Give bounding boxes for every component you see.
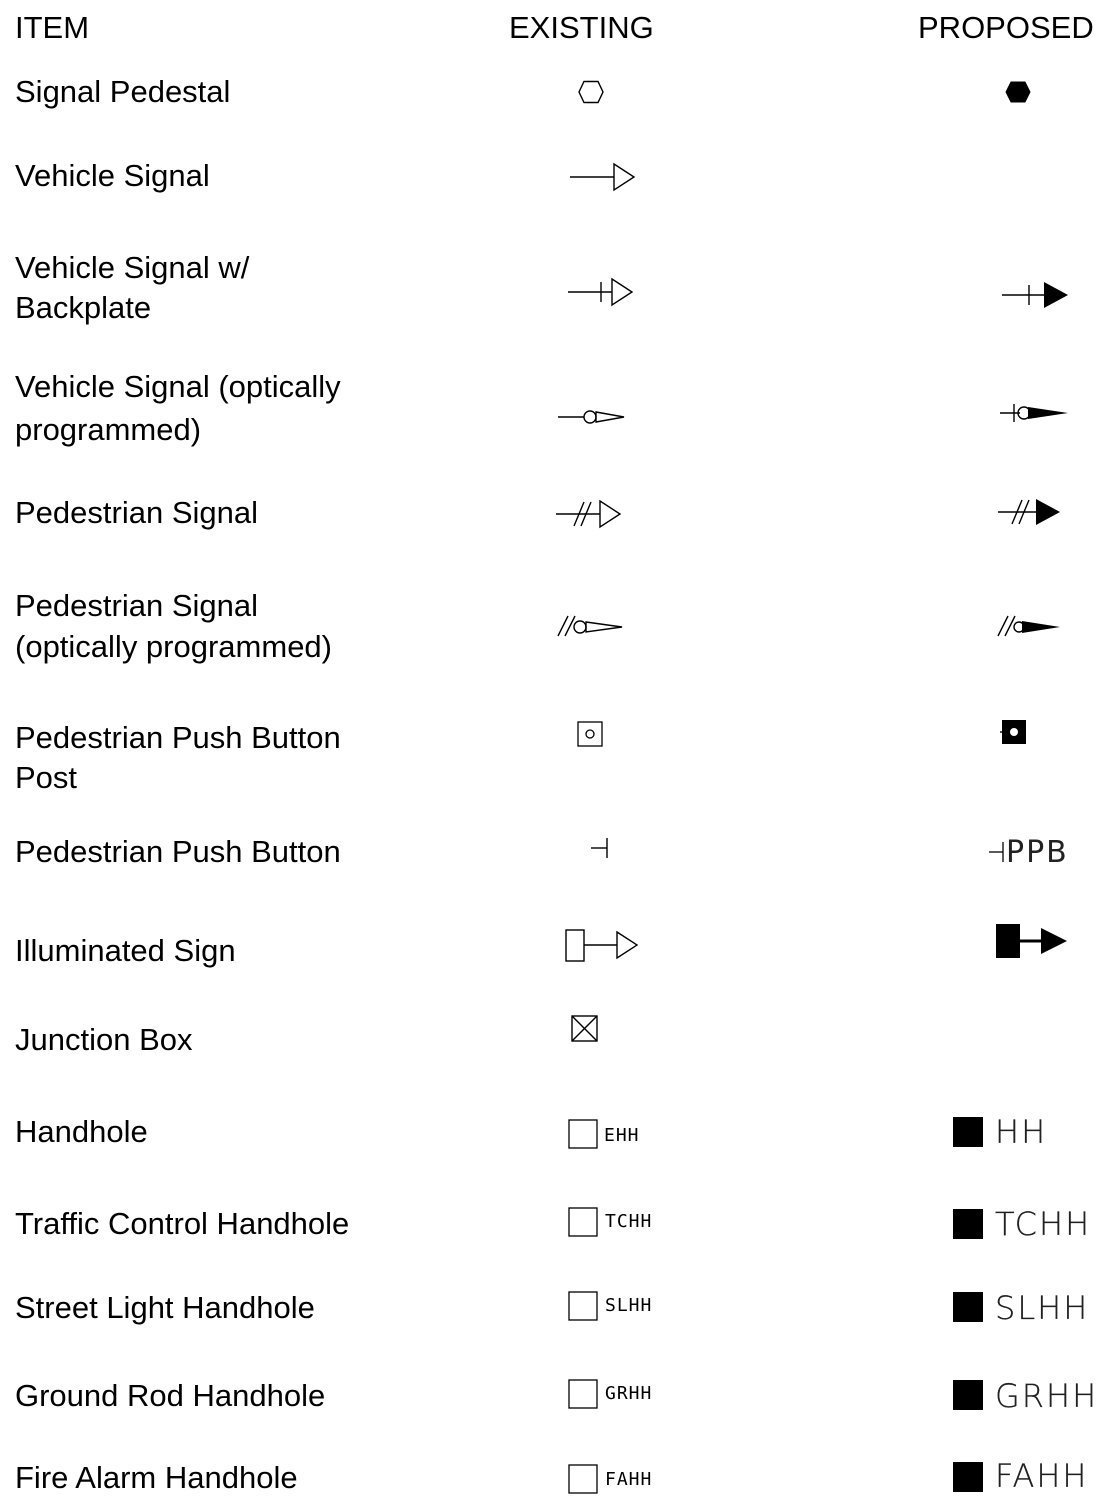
vehicle-signal-backplate-outline-icon [568,277,634,309]
pedestrian-optical-filled-icon [996,614,1064,640]
optically-programmed-filled-icon [1000,400,1070,426]
proposed-tag-ppb: PPB [1006,835,1069,870]
header-item: ITEM [15,10,90,45]
label-ground-rod-handhole: Ground Rod Handhole [15,1378,326,1413]
square-outline-icon [568,1207,598,1237]
label-handhole: Handhole [15,1114,148,1149]
square-outline-icon [568,1291,598,1321]
label-traffic-control-handhole: Traffic Control Handhole [15,1206,350,1241]
square-outline-icon [568,1379,598,1409]
label-junction-box: Junction Box [15,1022,193,1057]
pedestrian-signal-outline-icon [556,498,624,532]
proposed-tag-tchh: TCHH [995,1205,1092,1243]
header-proposed: PROPOSED [918,10,1094,45]
label-push-button-post-1: Pedestrian Push Button [15,720,341,755]
label-signal-pedestal: Signal Pedestal [15,74,231,109]
label-vehicle-signal-optical-1: Vehicle Signal (optically [15,369,341,404]
label-pedestrian-optical-2: (optically programmed) [15,629,332,664]
label-pedestrian-signal: Pedestrian Signal [15,495,258,530]
proposed-tag-fahh: FAHH [995,1457,1089,1495]
push-button-post-outline-icon [577,721,603,747]
square-filled-icon [953,1380,983,1410]
illuminated-sign-filled-icon [995,921,1071,961]
pedestrian-optical-outline-icon [556,614,624,640]
proposed-tag-slhh: SLHH [995,1289,1090,1327]
pedestrian-signal-filled-icon [998,496,1064,530]
square-filled-icon [953,1117,983,1147]
existing-tag-fahh: FAHH [605,1469,653,1490]
label-illuminated-sign: Illuminated Sign [15,933,236,968]
label-street-light-handhole: Street Light Handhole [15,1290,315,1325]
square-filled-icon [953,1462,983,1492]
illuminated-sign-outline-icon [565,928,641,964]
square-outline-icon [568,1119,598,1149]
hexagon-outline-icon [578,80,604,104]
proposed-tag-grhh: GRHH [995,1377,1099,1415]
square-filled-icon [953,1209,983,1239]
square-filled-icon [953,1292,983,1322]
vehicle-signal-outline-icon [570,162,636,194]
vehicle-signal-backplate-filled-icon [1002,280,1070,312]
hexagon-filled-icon [1005,81,1031,103]
label-pedestrian-optical-1: Pedestrian Signal [15,588,258,623]
label-push-button-post-2: Post [15,760,78,795]
push-button-icon [589,836,613,860]
label-vehicle-signal: Vehicle Signal [15,158,210,193]
optically-programmed-outline-icon [558,406,626,428]
existing-tag-tchh: TCHH [605,1211,653,1232]
junction-box-icon [571,1015,599,1043]
existing-tag-ehh: EHH [604,1125,640,1146]
existing-tag-slhh: SLHH [605,1295,653,1316]
header-existing: EXISTING [509,10,654,45]
existing-tag-grhh: GRHH [605,1383,653,1404]
push-button-post-filled-icon [1000,718,1028,746]
label-vehicle-signal-backplate-1: Vehicle Signal w/ [15,250,250,285]
label-vehicle-signal-optical-2: programmed) [15,412,202,447]
label-push-button: Pedestrian Push Button [15,834,341,869]
square-outline-icon [568,1464,598,1494]
proposed-tag-hh: HH [995,1113,1048,1151]
label-vehicle-signal-backplate-2: Backplate [15,290,152,325]
label-fire-alarm-handhole: Fire Alarm Handhole [15,1460,298,1495]
